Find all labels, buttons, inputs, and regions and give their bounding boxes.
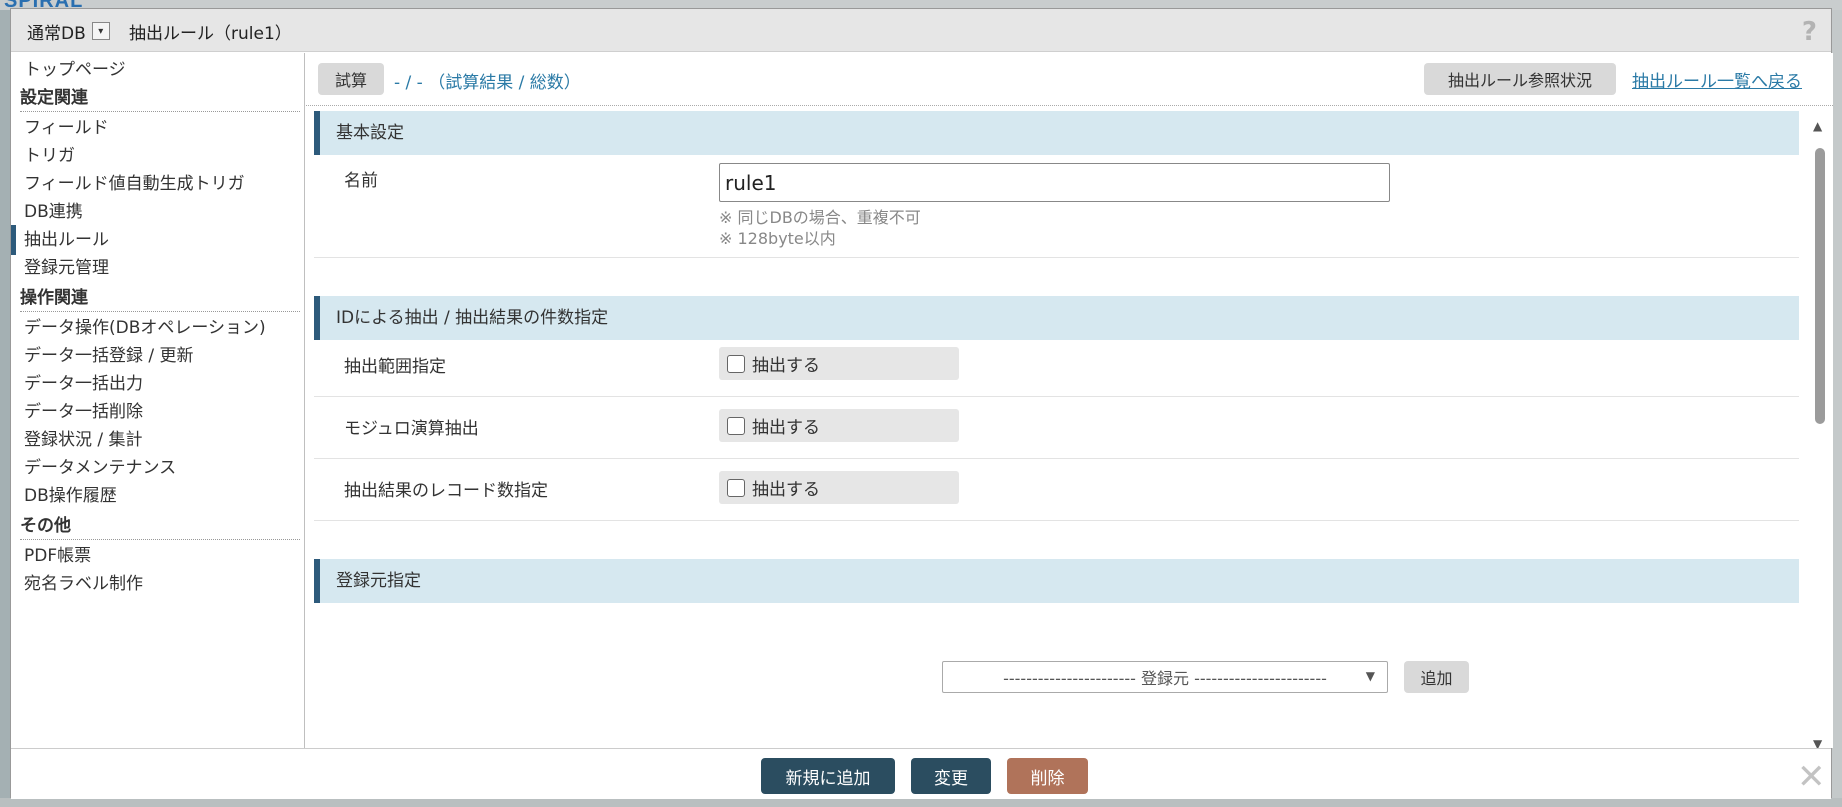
sidebar-item-address-labels[interactable]: 宛名ラベル制作 — [11, 569, 305, 599]
sidebar: トップページ 設定関連 フィールド トリガ フィールド値自動生成トリガ DB連携… — [11, 53, 305, 748]
main-toolbar: 試算 - / - （試算結果 / 総数） 抽出ルール参照状況 抽出ルール一覧へ戻… — [306, 53, 1833, 106]
sidebar-item-triggers[interactable]: トリガ — [11, 141, 305, 171]
name-note-length: ※ 128byte以内 — [719, 229, 836, 248]
close-icon[interactable]: ✕ — [1797, 757, 1826, 797]
dialog-title: 抽出ルール（rule1） — [129, 24, 292, 44]
modulo-extract-label: モジュロ演算抽出 — [344, 419, 479, 439]
sidebar-item-bulk-export[interactable]: データ一括出力 — [11, 369, 305, 399]
sidebar-item-top-page[interactable]: トップページ — [11, 55, 305, 85]
help-icon[interactable]: ? — [1802, 17, 1817, 47]
rule-name-input[interactable] — [719, 163, 1390, 202]
sidebar-item-extract-rules[interactable]: 抽出ルール — [11, 225, 305, 255]
trial-calc-button[interactable]: 試算 — [318, 63, 384, 95]
sidebar-item-source-management[interactable]: 登録元管理 — [11, 253, 305, 283]
checkbox-label: 抽出する — [752, 356, 820, 376]
back-to-rule-list-link[interactable]: 抽出ルール一覧へ戻る — [1632, 67, 1802, 92]
divider — [314, 458, 1799, 459]
update-button[interactable]: 変更 — [911, 758, 991, 794]
divider — [314, 520, 1799, 521]
dialog-footer: 新規に追加 変更 削除 ✕ — [11, 748, 1831, 799]
main-panel: 試算 - / - （試算結果 / 総数） 抽出ルール参照状況 抽出ルール一覧へ戻… — [306, 53, 1833, 748]
sidebar-item-fields[interactable]: フィールド — [11, 113, 305, 143]
extract-range-label: 抽出範囲指定 — [344, 357, 446, 377]
sidebar-item-data-maintenance[interactable]: データメンテナンス — [11, 453, 305, 483]
sidebar-item-db-operation[interactable]: データ操作(DBオペレーション) — [11, 313, 305, 343]
record-count-label: 抽出結果のレコード数指定 — [344, 481, 548, 501]
modulo-extract-toggle[interactable]: 抽出する — [719, 409, 959, 442]
sidebar-item-bulk-delete[interactable]: データ一括削除 — [11, 397, 305, 427]
trial-result-status: - / - （試算結果 / 総数） — [394, 73, 581, 93]
delete-button[interactable]: 削除 — [1007, 758, 1088, 794]
sidebar-item-db-link[interactable]: DB連携 — [11, 197, 305, 227]
sidebar-group-operations: 操作関連 — [20, 284, 300, 312]
divider — [314, 396, 1799, 397]
content-scrollbar[interactable]: ▲ ▼ — [1811, 119, 1828, 751]
record-count-toggle[interactable]: 抽出する — [719, 471, 959, 504]
chevron-down-icon[interactable]: ▾ — [91, 22, 110, 40]
form-content: 基本設定 名前 ※ 同じDBの場合、重複不可 ※ 128byte以内 IDによる… — [306, 107, 1816, 748]
section-basic-settings: 基本設定 — [314, 111, 1799, 155]
name-label: 名前 — [344, 171, 378, 191]
sidebar-item-db-history[interactable]: DB操作履歴 — [11, 481, 305, 511]
sidebar-group-settings: 設定関連 — [20, 84, 300, 112]
rule-dialog: 通常DB ▾ 抽出ルール（rule1） ? トップページ 設定関連 フィールド … — [10, 8, 1833, 799]
sidebar-group-other: その他 — [20, 512, 300, 540]
db-type-select[interactable]: 通常DB ▾ — [27, 19, 110, 44]
source-select[interactable]: ----------------------- 登録元 ------------… — [942, 661, 1388, 693]
checkbox[interactable] — [727, 354, 745, 373]
add-new-button[interactable]: 新規に追加 — [761, 758, 895, 794]
add-source-button[interactable]: 追加 — [1404, 661, 1469, 693]
extract-range-toggle[interactable]: 抽出する — [719, 347, 959, 380]
rule-reference-button[interactable]: 抽出ルール参照状況 — [1424, 63, 1616, 95]
checkbox[interactable] — [727, 416, 745, 435]
caret-down-icon: ▼ — [1365, 669, 1375, 683]
sidebar-item-status-summary[interactable]: 登録状況 / 集計 — [11, 425, 305, 455]
checkbox-label: 抽出する — [752, 418, 820, 438]
scroll-thumb[interactable] — [1815, 148, 1825, 424]
section-id-extraction: IDによる抽出 / 抽出結果の件数指定 — [314, 296, 1799, 340]
divider — [314, 257, 1799, 258]
section-source: 登録元指定 — [314, 559, 1799, 603]
background-bottom-edge — [0, 798, 1842, 807]
sidebar-item-pdf-forms[interactable]: PDF帳票 — [11, 541, 305, 571]
dialog-titlebar: 通常DB ▾ 抽出ルール（rule1） ? — [11, 9, 1831, 52]
sidebar-item-auto-field-trigger[interactable]: フィールド値自動生成トリガ — [11, 169, 305, 199]
checkbox[interactable] — [727, 478, 745, 497]
scroll-up-icon[interactable]: ▲ — [1813, 119, 1822, 133]
source-select-value: ----------------------- 登録元 ------------… — [1003, 669, 1327, 688]
checkbox-label: 抽出する — [752, 480, 820, 500]
sidebar-item-bulk-register[interactable]: データ一括登録 / 更新 — [11, 341, 305, 371]
db-type-label: 通常DB — [27, 23, 86, 44]
